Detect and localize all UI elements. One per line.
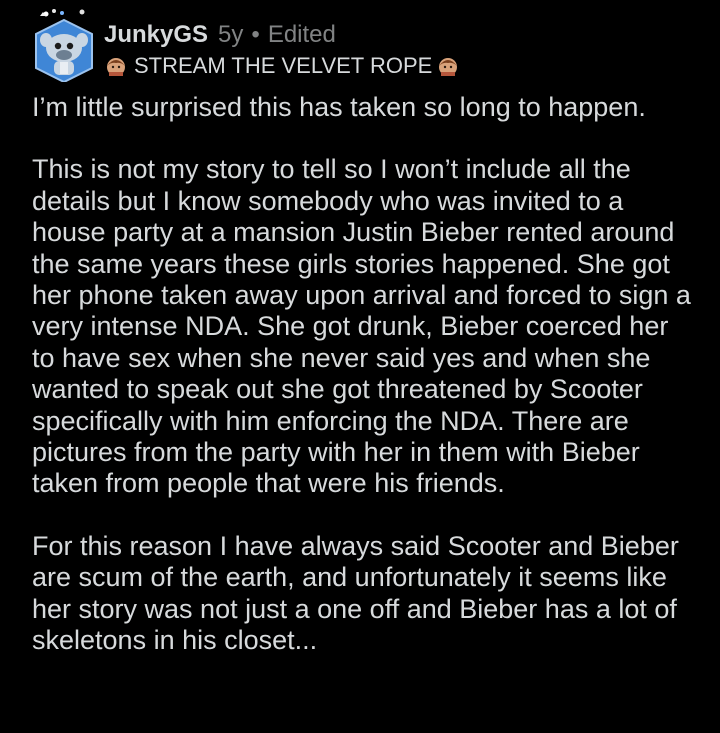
comment-body: I’m little surprised this has taken so l…	[32, 92, 692, 688]
comment-paragraph: I’m little surprised this has taken so l…	[32, 92, 646, 122]
comment-age: 5y	[218, 21, 244, 48]
comment-paragraph: For this reason I have always said Scoot…	[32, 530, 679, 656]
meta-separator: •	[251, 21, 260, 48]
username[interactable]: JunkyGS	[104, 20, 208, 50]
snoo-avatar-icon	[35, 9, 93, 84]
user-flair: STREAM THE VELVET ROPE	[104, 52, 700, 80]
comment-header: JunkyGS 5y • Edited STREAM THE VELVET RO…	[104, 20, 700, 80]
flair-emoji-icon	[104, 54, 128, 78]
flair-emoji-icon	[436, 54, 460, 78]
comment-paragraph: This is not my story to tell so I won’t …	[32, 154, 691, 499]
comment: JunkyGS 5y • Edited STREAM THE VELVET RO…	[0, 0, 720, 733]
user-avatar[interactable]	[32, 6, 96, 84]
edited-label: Edited	[267, 21, 336, 48]
flair-text: STREAM THE VELVET ROPE	[134, 53, 433, 78]
comment-meta: JunkyGS 5y • Edited	[104, 20, 700, 50]
